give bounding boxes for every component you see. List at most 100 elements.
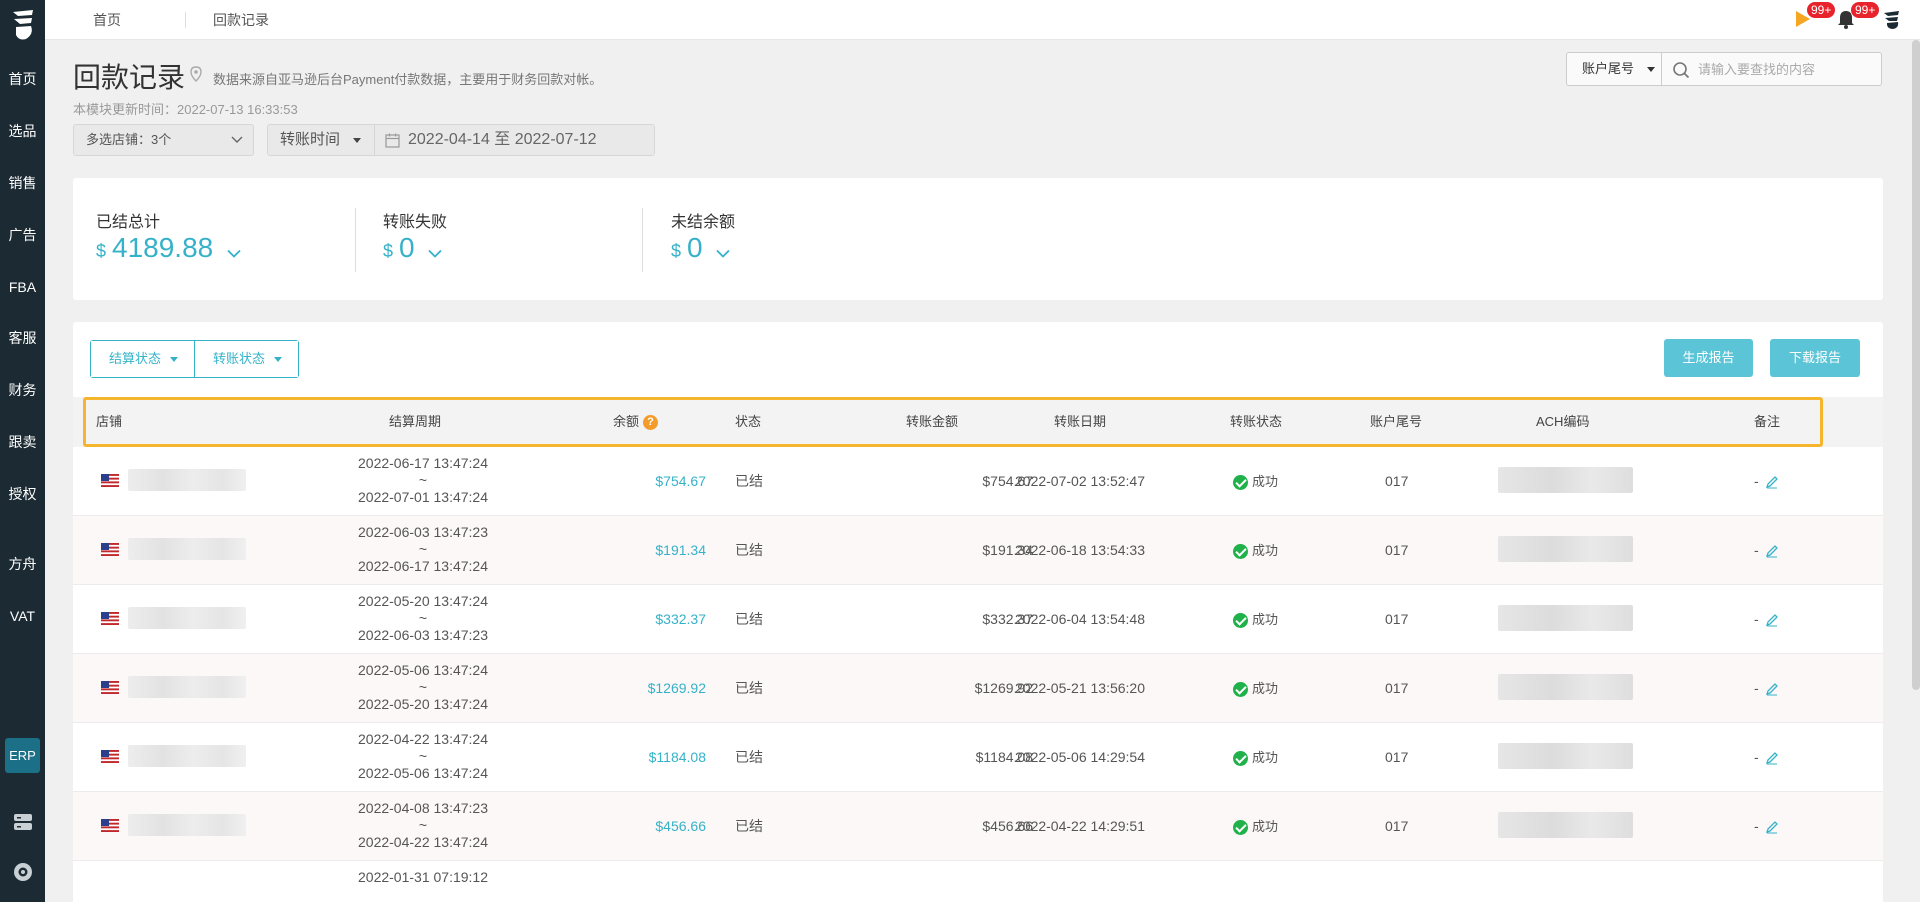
tab-payment-records[interactable]: 回款记录 bbox=[213, 0, 269, 40]
ach-code-redacted bbox=[1498, 467, 1633, 493]
generate-report-button[interactable]: 生成报告 bbox=[1664, 339, 1753, 377]
transfer-date-value: 2022-06-18 13:54:33 bbox=[1015, 542, 1145, 558]
period-start: 2022-05-20 13:47:24 bbox=[358, 593, 488, 609]
settlement-period: 2022-04-08 13:47:23 ~2022-04-22 13:47:24 bbox=[348, 800, 498, 851]
sidebar-item-home[interactable]: 首页 bbox=[0, 67, 45, 91]
page-description: 数据来源自亚马逊后台Payment付款数据，主要用于财务回款对帐。 bbox=[213, 72, 603, 87]
sidebar-item-sales[interactable]: 销售 bbox=[0, 171, 45, 195]
transfer-status-label: 成功 bbox=[1252, 750, 1279, 765]
store-multi-select[interactable]: 多选店铺：3个 bbox=[73, 124, 254, 156]
period-start: 2022-01-31 07:19:12 bbox=[358, 869, 488, 885]
table-row: 2022-05-20 13:47:24 ~2022-06-03 13:47:23 $… bbox=[73, 585, 1883, 654]
col-store: 店铺 bbox=[96, 414, 123, 429]
tab-home[interactable]: 首页 bbox=[93, 0, 121, 40]
success-check-icon bbox=[1233, 474, 1248, 490]
edit-icon[interactable] bbox=[1765, 613, 1779, 627]
erp-button[interactable]: ERP bbox=[5, 738, 40, 773]
update-time: 本模块更新时间：2022-07-13 16:33:53 bbox=[73, 102, 298, 117]
download-report-button[interactable]: 下载报告 bbox=[1770, 339, 1860, 377]
edit-icon[interactable] bbox=[1765, 751, 1779, 765]
chevron-down-icon[interactable] bbox=[428, 249, 443, 258]
balance-value[interactable]: $1184.08 bbox=[649, 723, 706, 791]
caret-down-icon bbox=[1646, 67, 1655, 73]
tab-divider bbox=[185, 12, 186, 28]
success-check-icon bbox=[1233, 543, 1248, 559]
sidebar-item-product-selection[interactable]: 选品 bbox=[0, 119, 45, 143]
stat-value[interactable]: $0 bbox=[383, 232, 443, 264]
period-end: 2022-06-17 13:47:24 bbox=[358, 558, 488, 574]
sidebar-item-vat[interactable]: VAT bbox=[0, 604, 45, 628]
period-start: 2022-06-03 13:47:23 bbox=[358, 524, 488, 540]
edit-icon[interactable] bbox=[1765, 820, 1779, 834]
success-check-icon bbox=[1233, 681, 1248, 697]
logo-icon[interactable] bbox=[10, 8, 36, 42]
balance-value[interactable]: $1269.92 bbox=[648, 654, 706, 722]
transfer-status-filter[interactable]: 转账状态 bbox=[194, 341, 299, 377]
sidebar-item-authorization[interactable]: 授权 bbox=[0, 482, 45, 506]
us-flag-icon bbox=[101, 474, 119, 487]
note-value: - bbox=[1754, 611, 1759, 627]
table-header: 店铺 结算周期 余额? 状态 转账金额 转账日期 转账状态 账户尾号 ACH编码… bbox=[73, 397, 1883, 447]
settlement-period: 2022-05-20 13:47:24 ~2022-06-03 13:47:23 bbox=[348, 593, 498, 644]
transfer-status: 成功 bbox=[1233, 792, 1278, 860]
period-end: 2022-06-03 13:47:23 bbox=[358, 627, 488, 643]
store-name-redacted bbox=[128, 538, 246, 560]
sidebar-item-fba[interactable]: FBA bbox=[0, 275, 45, 299]
period-start: 2022-05-06 13:47:24 bbox=[358, 662, 488, 678]
ach-code-redacted bbox=[1498, 674, 1633, 700]
page-scrollbar[interactable] bbox=[1912, 40, 1920, 690]
stat-value[interactable]: $4189.88 bbox=[96, 232, 241, 264]
settlement-status-filter[interactable]: 结算状态 bbox=[91, 341, 195, 377]
balance-value[interactable]: $191.34 bbox=[655, 516, 706, 584]
store-name-redacted bbox=[128, 745, 246, 767]
transfer-status: 成功 bbox=[1233, 447, 1278, 515]
caret-down-icon bbox=[170, 357, 179, 363]
transfer-date-value: 2022-06-04 13:54:48 bbox=[1015, 611, 1145, 627]
filter-group: 结算状态 转账状态 bbox=[90, 340, 300, 378]
account-suffix-value: 017 bbox=[1385, 473, 1409, 489]
support-icon[interactable] bbox=[11, 860, 35, 884]
table-row: 2022-05-06 13:47:24 ~2022-05-20 13:47:24 $… bbox=[73, 654, 1883, 723]
table-row: 2022-06-17 13:47:24 ~2022-07-01 13:47:24 $… bbox=[73, 447, 1883, 516]
period-separator: ~ bbox=[418, 679, 428, 695]
help-icon[interactable]: ? bbox=[643, 415, 659, 431]
sidebar-item-finance[interactable]: 财务 bbox=[0, 378, 45, 402]
balance-value[interactable]: $754.67 bbox=[655, 447, 706, 515]
sidebar-item-ark[interactable]: 方舟 bbox=[0, 552, 45, 576]
status-value: 已结 bbox=[735, 680, 763, 696]
col-transfer-status: 转账状态 bbox=[1230, 414, 1283, 429]
edit-icon[interactable] bbox=[1765, 544, 1779, 558]
edit-icon[interactable] bbox=[1765, 682, 1779, 696]
storage-icon[interactable] bbox=[11, 810, 35, 834]
transfer-status: 成功 bbox=[1233, 654, 1278, 722]
note-cell: - bbox=[1754, 585, 1779, 653]
chevron-down-icon[interactable] bbox=[227, 249, 241, 258]
balance-value[interactable]: $332.37 bbox=[655, 585, 706, 653]
summary-card: 已结总计 $4189.88 转账失败 $0 未结余额 $0 bbox=[73, 178, 1883, 300]
balance-value[interactable]: $456.66 bbox=[655, 792, 706, 860]
note-value: - bbox=[1754, 818, 1759, 834]
user-avatar-icon[interactable] bbox=[1881, 8, 1903, 30]
chevron-down-icon[interactable] bbox=[716, 249, 731, 258]
flag-badge: 99+ bbox=[1807, 2, 1836, 18]
stat-value[interactable]: $0 bbox=[671, 232, 731, 264]
date-range-picker[interactable]: 2022-04-14 至 2022-07-12 bbox=[374, 124, 655, 156]
ach-code-redacted bbox=[1498, 743, 1633, 769]
search-icon bbox=[1673, 62, 1690, 79]
success-check-icon bbox=[1233, 612, 1248, 628]
us-flag-icon bbox=[101, 681, 119, 694]
sidebar-item-ads[interactable]: 广告 bbox=[0, 223, 45, 247]
account-suffix-select[interactable]: 账户尾号 bbox=[1566, 52, 1662, 86]
records-table-card: 结算状态 转账状态 生成报告 下载报告 店铺 结算周期 余额? 状态 转账金额 … bbox=[73, 322, 1883, 902]
sidebar-item-follow-sell[interactable]: 跟卖 bbox=[0, 430, 45, 454]
time-type-select[interactable]: 转账时间 bbox=[267, 124, 375, 156]
note-value: - bbox=[1754, 542, 1759, 558]
stat-label: 已结总计 bbox=[96, 214, 161, 231]
edit-icon[interactable] bbox=[1765, 475, 1779, 489]
sidebar-item-customer-service[interactable]: 客服 bbox=[0, 326, 45, 350]
note-value: - bbox=[1754, 680, 1759, 696]
status-value: 已结 bbox=[735, 542, 763, 558]
time-type-label: 转账时间 bbox=[280, 131, 341, 148]
search-box[interactable] bbox=[1661, 52, 1882, 86]
search-input[interactable] bbox=[1698, 53, 1878, 85]
